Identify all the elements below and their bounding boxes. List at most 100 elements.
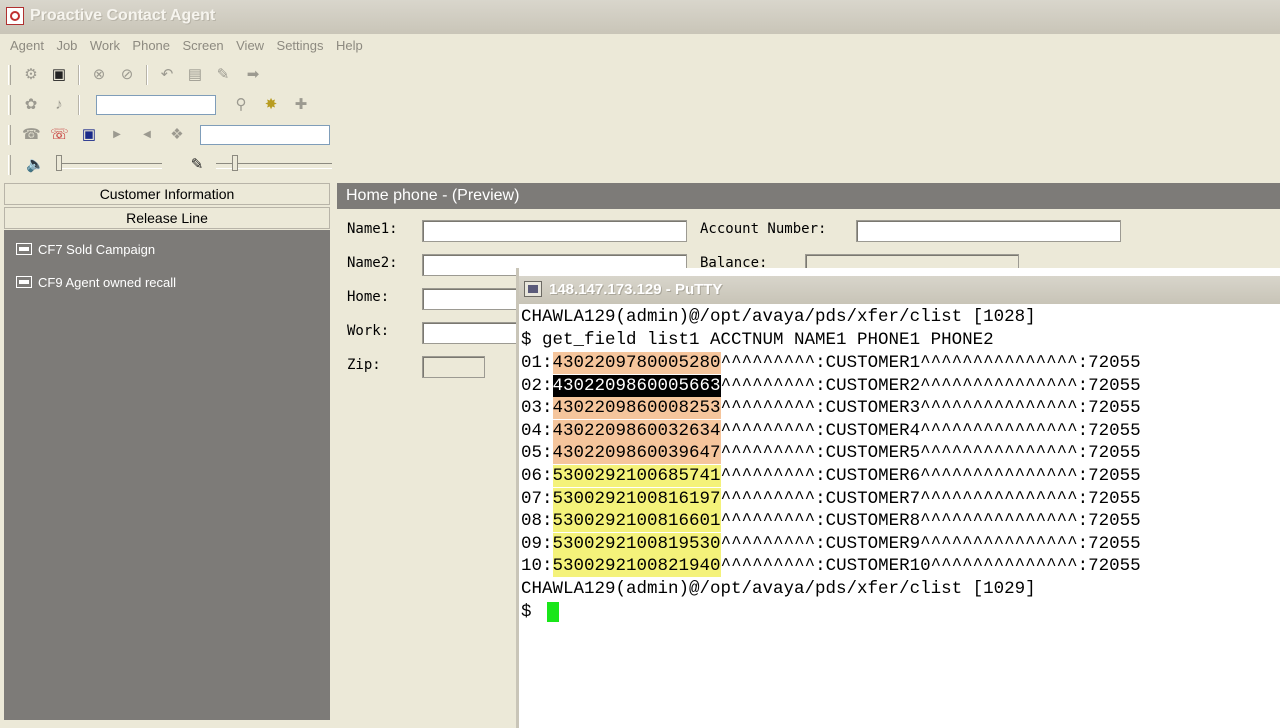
row-number: 04: [521, 420, 543, 441]
dial-icon[interactable]: ❖: [168, 126, 186, 144]
preview-title: Home phone - (Preview): [337, 183, 1280, 209]
putty-title: 148.147.173.129 - PuTTY: [549, 281, 723, 298]
field-separator: :: [542, 420, 553, 441]
toolbar-grip[interactable]: [8, 125, 11, 145]
cancel-icon[interactable]: ⊗: [90, 66, 108, 84]
account-number-cell[interactable]: 5300292100685741: [552, 465, 721, 487]
account-number-label: Account Number:: [700, 221, 827, 237]
account-number-field[interactable]: [856, 220, 1121, 242]
field-separator: :: [542, 488, 553, 509]
app-icon: [6, 7, 24, 25]
row-rest: ^^^^^^^^^:CUSTOMER10^^^^^^^^^^^^^^:72055: [720, 556, 1141, 577]
arrow-left-icon[interactable]: ◀: [138, 126, 156, 144]
toolbar-volume: 🔈 ✎: [0, 151, 340, 179]
account-number-cell[interactable]: 5300292100816197: [552, 487, 721, 510]
account-number-cell[interactable]: 4302209860008253: [552, 397, 721, 420]
save-icon[interactable]: ▣: [80, 126, 98, 144]
field-separator: :: [542, 375, 553, 396]
row-rest: ^^^^^^^^^:CUSTOMER5^^^^^^^^^^^^^^^:72055: [720, 443, 1141, 464]
toolbar-grip[interactable]: [8, 155, 11, 175]
account-number-cell[interactable]: 5300292100819530: [552, 532, 721, 555]
account-number-cell[interactable]: 4302209860039647: [552, 442, 721, 465]
terminal-prompt: CHAWLA129(admin)@/opt/avaya/pds/xfer/cli…: [521, 579, 1036, 599]
toolbar-separator: [78, 95, 80, 115]
arrow-right-icon[interactable]: ▶: [108, 126, 126, 144]
campaign-icon: [16, 276, 32, 288]
terminal[interactable]: CHAWLA129(admin)@/opt/avaya/pds/xfer/cli…: [519, 304, 1280, 720]
row-number: 01: [521, 353, 543, 373]
menu-screen[interactable]: Screen: [182, 34, 223, 58]
campaign-icon: [16, 243, 32, 255]
release-line-header[interactable]: Release Line: [4, 207, 330, 229]
table-row: 07:5300292100816197^^^^^^^^^:CUSTOMER7^^…: [521, 487, 1141, 510]
account-number-cell[interactable]: 5300292100821940: [552, 555, 721, 578]
screen-icon[interactable]: ▤: [186, 66, 204, 84]
hangup-icon[interactable]: ☏: [50, 126, 69, 144]
toolbar-phone: ☎ ☏ ▣ ▶ ◀ ❖: [0, 121, 340, 149]
table-row: 09:5300292100819530^^^^^^^^^:CUSTOMER9^^…: [521, 532, 1141, 555]
edit-icon[interactable]: ✎: [214, 66, 232, 84]
menu-job[interactable]: Job: [56, 34, 77, 58]
toolbar-grip[interactable]: [8, 95, 11, 115]
row-rest: ^^^^^^^^^:CUSTOMER6^^^^^^^^^^^^^^^:72055: [720, 466, 1141, 486]
row-number: 10: [521, 556, 543, 577]
phone-number-input[interactable]: [200, 125, 330, 145]
toolbar-separator: [78, 65, 80, 85]
table-row: 03:4302209860008253^^^^^^^^^:CUSTOMER3^^…: [521, 397, 1141, 420]
menu-agent[interactable]: Agent: [10, 34, 44, 58]
table-row: 01:4302209780005280^^^^^^^^^:CUSTOMER1^^…: [521, 352, 1141, 374]
customer-information-header[interactable]: Customer Information: [4, 183, 330, 205]
agent-login-icon[interactable]: ⚙: [22, 66, 40, 84]
music-icon[interactable]: ♪: [50, 96, 68, 114]
account-number-cell[interactable]: 4302209860005663: [552, 374, 721, 397]
phone-icon[interactable]: ☎: [22, 126, 41, 144]
list-item[interactable]: CF7 Sold Campaign: [16, 242, 155, 257]
putty-title-bar[interactable]: 148.147.173.129 - PuTTY: [519, 276, 1280, 304]
menu-work[interactable]: Work: [90, 34, 120, 58]
field-separator: :: [542, 398, 553, 419]
field-separator: :: [542, 466, 553, 486]
account-number-cell[interactable]: 4302209860032634: [552, 419, 721, 442]
menu-bar: Agent Job Work Phone Screen View Setting…: [0, 34, 1280, 58]
speaker-slider-thumb[interactable]: [56, 155, 62, 171]
account-number-cell[interactable]: 4302209780005280: [552, 352, 721, 374]
row-number: 08: [521, 511, 543, 532]
undo-icon[interactable]: ↶: [158, 66, 176, 84]
title-bar[interactable]: Proactive Contact Agent: [0, 0, 1280, 34]
table-row: 08:5300292100816601^^^^^^^^^:CUSTOMER8^^…: [521, 510, 1141, 533]
job-input[interactable]: [96, 95, 216, 115]
menu-phone[interactable]: Phone: [132, 34, 170, 58]
settings-icon[interactable]: ✸: [262, 96, 280, 114]
panel-splitter[interactable]: [332, 183, 336, 720]
row-rest: ^^^^^^^^^:CUSTOMER4^^^^^^^^^^^^^^^:72055: [720, 420, 1141, 441]
logout-icon[interactable]: ▣: [50, 66, 68, 84]
callback-icon[interactable]: ✚: [292, 96, 310, 114]
account-number-cell[interactable]: 5300292100816601: [552, 510, 721, 533]
row-rest: ^^^^^^^^^:CUSTOMER3^^^^^^^^^^^^^^^:72055: [720, 398, 1141, 419]
toolbar-grip[interactable]: [8, 65, 11, 85]
stop-icon[interactable]: ⊘: [118, 66, 136, 84]
toolbar-job: ✿ ♪ ⚲ ✸ ✚: [0, 91, 340, 119]
menu-view[interactable]: View: [236, 34, 264, 58]
row-rest: ^^^^^^^^^:CUSTOMER9^^^^^^^^^^^^^^^:72055: [720, 533, 1141, 554]
field-separator: :: [542, 353, 553, 373]
list-item[interactable]: CF9 Agent owned recall: [16, 275, 176, 290]
menu-settings[interactable]: Settings: [277, 34, 324, 58]
terminal-command: $ get_field list1 ACCTNUM NAME1 PHONE1 P…: [521, 330, 994, 350]
name1-field[interactable]: [422, 220, 687, 242]
transfer-icon[interactable]: ➡: [244, 66, 262, 84]
putty-icon: [524, 281, 542, 297]
list-item-label: CF7 Sold Campaign: [38, 242, 156, 257]
field-separator: :: [542, 511, 553, 532]
terminal-cursor: [547, 602, 559, 622]
table-row: 10:5300292100821940^^^^^^^^^:CUSTOMER10^…: [521, 555, 1141, 578]
table-row: 05:4302209860039647^^^^^^^^^:CUSTOMER5^^…: [521, 442, 1141, 465]
microphone-slider-thumb[interactable]: [232, 155, 238, 171]
terminal-prompt-symbol: $: [521, 602, 532, 622]
speaker-volume-slider[interactable]: [58, 163, 162, 169]
hold-icon[interactable]: ✿: [22, 96, 40, 114]
zip-field[interactable]: [422, 356, 485, 378]
menu-help[interactable]: Help: [336, 34, 363, 58]
search-icon[interactable]: ⚲: [232, 96, 250, 114]
row-rest: ^^^^^^^^^:CUSTOMER8^^^^^^^^^^^^^^^:72055: [720, 511, 1141, 532]
